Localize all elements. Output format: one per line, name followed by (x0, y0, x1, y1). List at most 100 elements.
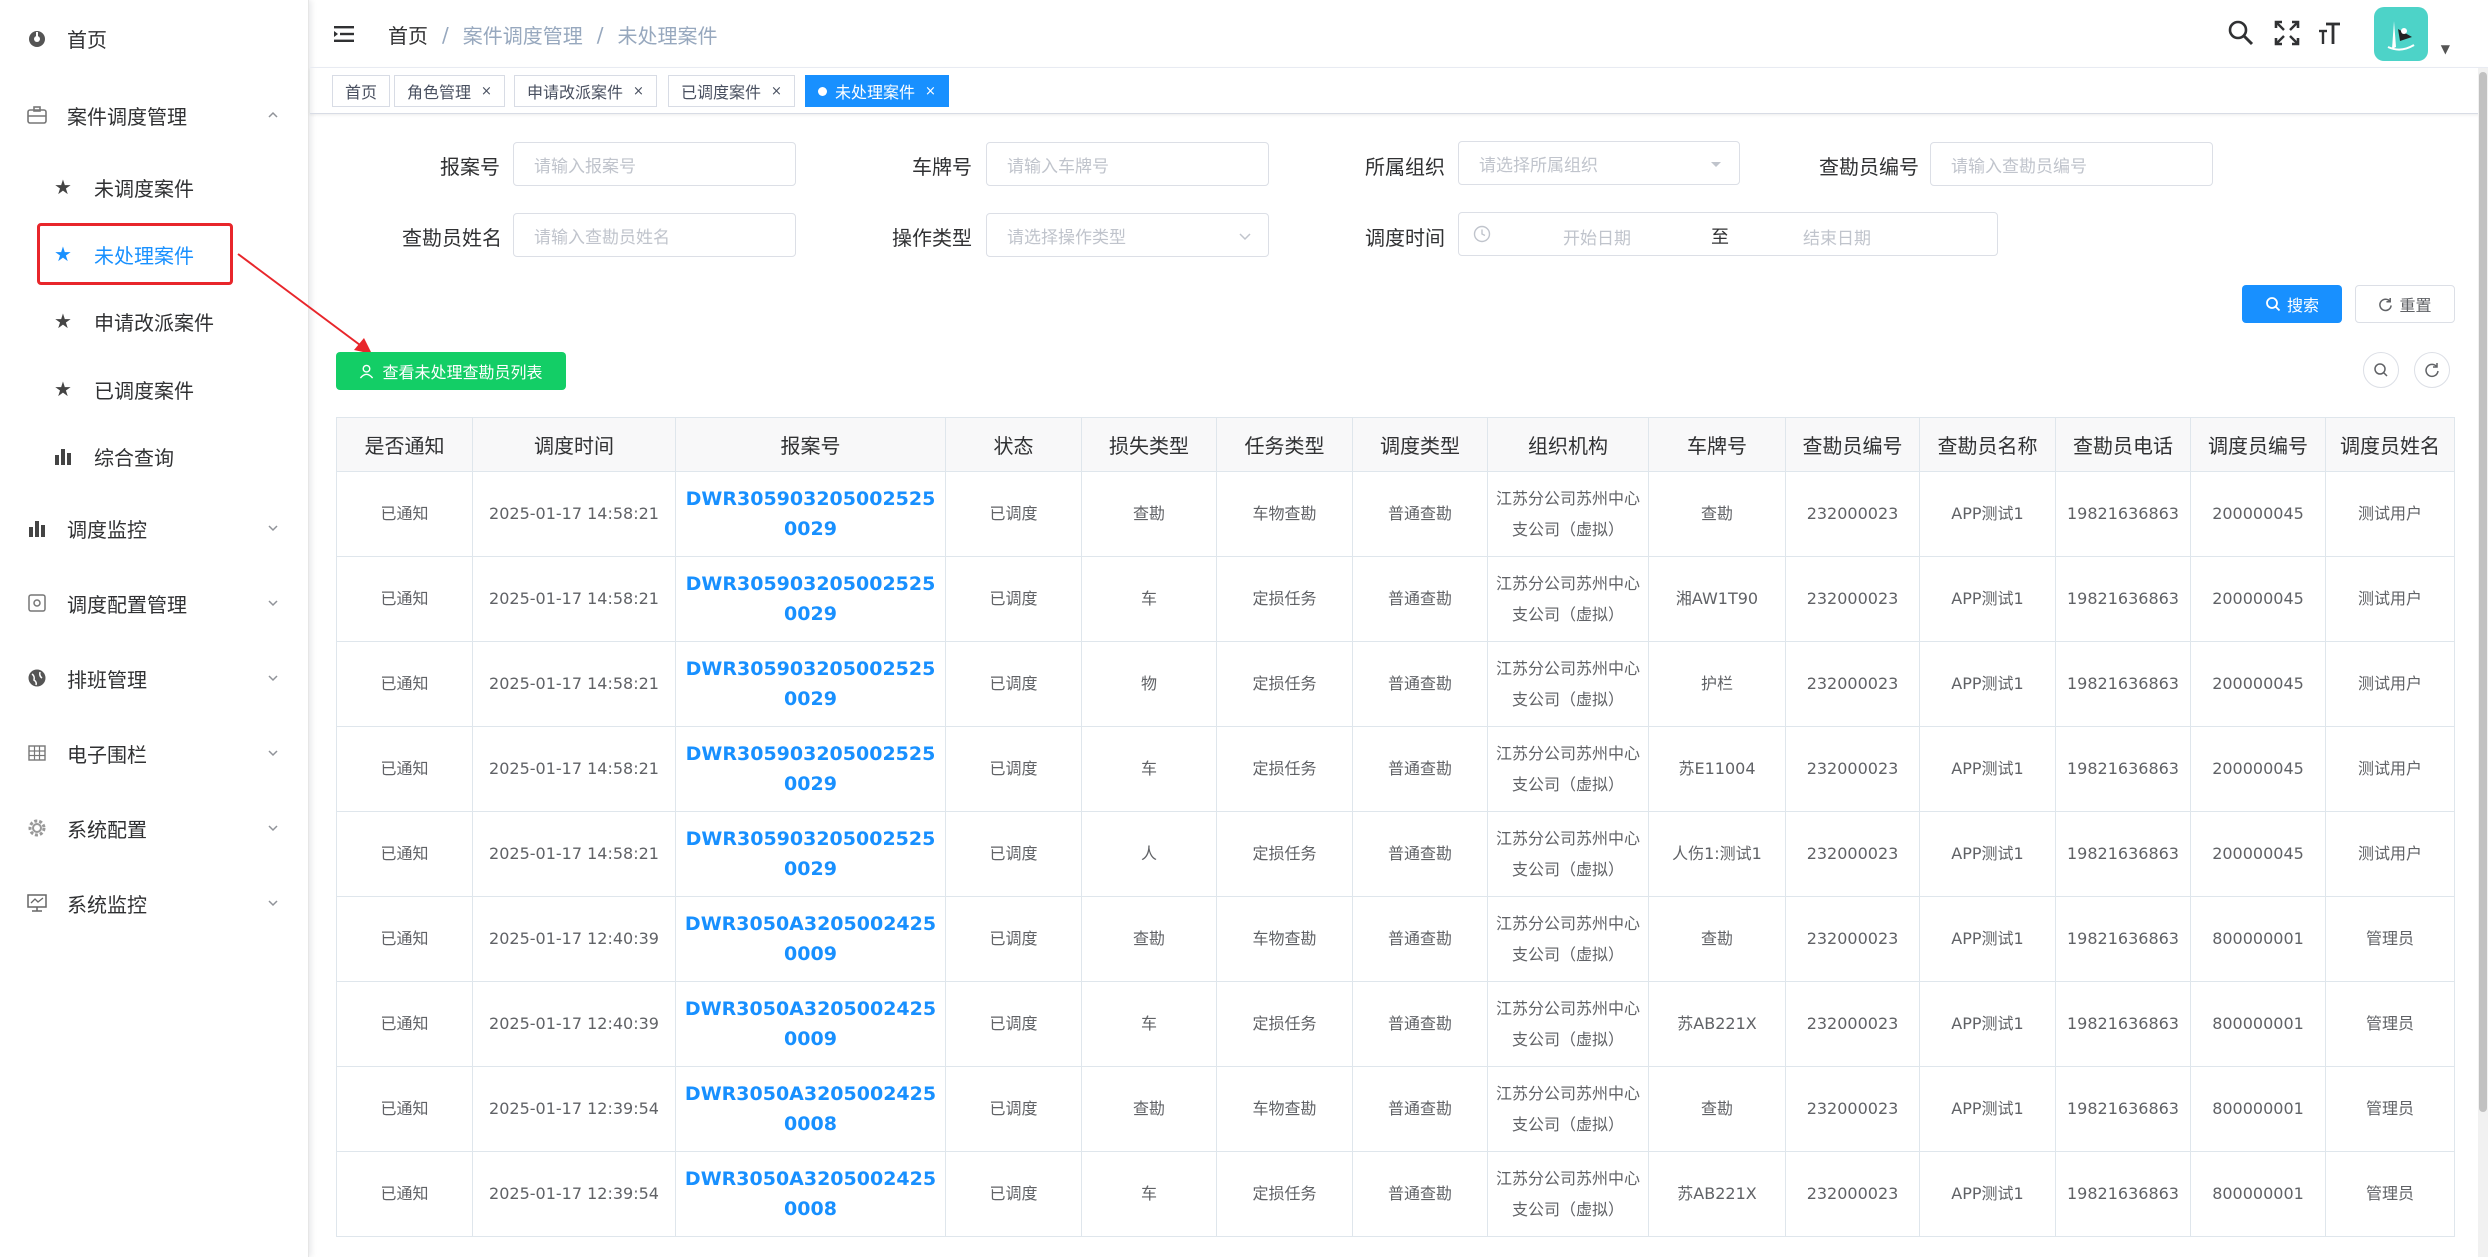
case-number-link[interactable]: DWR3059032050025250029 (675, 556, 946, 642)
table-cell: 测试用户 (2325, 641, 2455, 727)
search-icon (2374, 363, 2388, 377)
table-cell: 2025-01-17 12:39:54 (472, 1066, 676, 1152)
table-cell: 查勘 (1648, 896, 1786, 982)
table-cell: 江苏分公司苏州中心支公司（虚拟） (1487, 1066, 1649, 1152)
table-cell: 已通知 (336, 981, 473, 1067)
surveyor-name-input[interactable]: 请输入查勘员姓名 (513, 213, 796, 257)
tag-role-mgmt[interactable]: 角色管理 × (394, 75, 505, 107)
sidebar-item-geofence[interactable]: 电子围栏 (0, 723, 309, 783)
search-button[interactable]: 搜索 (2242, 285, 2342, 323)
tags-view: 首页 角色管理 × 申请改派案件 × 已调度案件 × 未处理案件 × (310, 68, 2488, 114)
star-icon: ★ (54, 377, 72, 401)
hamburger-icon[interactable] (332, 22, 356, 46)
sidebar-item-sys-config[interactable]: 系统配置 (0, 798, 309, 858)
sidebar-item-home[interactable]: 首页 (0, 8, 309, 68)
table-cell: 232000023 (1785, 556, 1920, 642)
case-number-link[interactable]: DWR3059032050025250029 (675, 641, 946, 727)
table-cell: 查勘 (1648, 1066, 1786, 1152)
sidebar-item-label: 调度监控 (67, 517, 147, 542)
table-cell: 定损任务 (1216, 1151, 1353, 1237)
surveyor-no-label: 查勘员编号 (1819, 155, 1919, 179)
sidebar-subitem-undispatched[interactable]: ★ 未调度案件 (0, 157, 309, 217)
top-navbar: 首页 / 案件调度管理 / 未处理案件 ▼ (310, 0, 2488, 68)
table-row: 已通知 2025-01-17 12:40:39 DWR3050A3205002425… (336, 896, 2455, 982)
refresh-button[interactable] (2414, 352, 2450, 388)
sidebar-subitem-dispatched[interactable]: ★ 已调度案件 (0, 359, 309, 419)
table-cell: 测试用户 (2325, 726, 2455, 812)
surveyor-no-input[interactable]: 请输入查勘员编号 (1930, 142, 2213, 186)
case-number-link[interactable]: DWR3050A32050024250009 (675, 981, 946, 1067)
column-header: 组织机构 (1487, 417, 1649, 472)
plate-label: 车牌号 (912, 155, 972, 179)
case-number-link[interactable]: DWR3050A32050024250008 (675, 1151, 946, 1237)
toggle-search-button[interactable] (2363, 352, 2399, 388)
end-date-input[interactable]: 结束日期 (1803, 224, 1871, 249)
close-icon[interactable]: × (925, 84, 936, 99)
table-cell: 已通知 (336, 641, 473, 727)
start-date-input[interactable]: 开始日期 (1563, 224, 1631, 249)
tag-home[interactable]: 首页 (332, 75, 391, 107)
star-icon: ★ (54, 175, 72, 199)
table-cell: 19821636863 (2055, 896, 2191, 982)
case-number-link[interactable]: DWR3050A32050024250009 (675, 896, 946, 982)
breadcrumb-home[interactable]: 首页 (388, 20, 428, 49)
dashboard-icon (26, 27, 48, 49)
chevron-down-icon (268, 675, 278, 682)
tag-label: 已调度案件 (681, 83, 762, 102)
font-size-icon[interactable] (2316, 18, 2346, 48)
sidebar-item-case-dispatch[interactable]: 案件调度管理 (0, 85, 309, 145)
case-number-link[interactable]: DWR3050A32050024250008 (675, 1066, 946, 1152)
table-cell: 800000001 (2190, 896, 2326, 982)
star-icon: ★ (54, 309, 72, 333)
annotation-arrow (237, 253, 372, 354)
sidebar-item-label: 排班管理 (67, 667, 147, 692)
org-label: 所属组织 (1365, 155, 1445, 179)
table-cell: 江苏分公司苏州中心支公司（虚拟） (1487, 811, 1649, 897)
op-type-select[interactable]: 请选择操作类型 (986, 213, 1269, 257)
bar-chart-icon (52, 445, 74, 467)
reset-button[interactable]: 重置 (2355, 285, 2455, 323)
caret-down-icon[interactable]: ▼ (2441, 42, 2450, 56)
table-cell: 普通查勘 (1352, 641, 1488, 727)
table-cell: 2025-01-17 12:40:39 (472, 981, 676, 1067)
case-number-link[interactable]: DWR3059032050025250029 (675, 811, 946, 897)
case-no-input[interactable]: 请输入报案号 (513, 142, 796, 186)
table-cell: 车物查勘 (1216, 896, 1353, 982)
tag-unprocessed[interactable]: 未处理案件 × (805, 75, 949, 107)
avatar[interactable] (2374, 7, 2428, 61)
table-row: 已通知 2025-01-17 12:40:39 DWR3050A3205002425… (336, 981, 2455, 1067)
case-no-label: 报案号 (440, 155, 500, 179)
sidebar-item-sys-monitor[interactable]: 系统监控 (0, 873, 309, 933)
table-cell: APP测试1 (1919, 726, 2056, 812)
table-row: 已通知 2025-01-17 14:58:21 DWR305903205002525… (336, 726, 2455, 812)
dispatch-time-range[interactable]: 开始日期 至 结束日期 (1458, 212, 1998, 256)
table-cell: 已通知 (336, 1066, 473, 1152)
table-cell: 管理员 (2325, 896, 2455, 982)
fullscreen-icon[interactable] (2272, 18, 2302, 48)
table-cell: 车物查勘 (1216, 1066, 1353, 1152)
org-select[interactable]: 请选择所属组织 (1458, 141, 1740, 185)
clock-icon (1473, 225, 1491, 243)
close-icon[interactable]: × (771, 84, 782, 99)
plate-input[interactable]: 请输入车牌号 (986, 142, 1269, 186)
table-cell: APP测试1 (1919, 471, 2056, 557)
close-icon[interactable]: × (633, 84, 644, 99)
tag-dispatched[interactable]: 已调度案件 × (668, 75, 795, 107)
sidebar-item-monitor[interactable]: 调度监控 (0, 498, 309, 558)
case-number-link[interactable]: DWR3059032050025250029 (675, 726, 946, 812)
view-unprocessed-surveyors-button[interactable]: 查看未处理查勘员列表 (336, 352, 566, 390)
case-number-link[interactable]: DWR3059032050025250029 (675, 471, 946, 557)
tag-reassign[interactable]: 申请改派案件 × (514, 75, 657, 107)
table-cell: 2025-01-17 14:58:21 (472, 556, 676, 642)
sidebar-item-scheduling[interactable]: 排班管理 (0, 648, 309, 708)
sidebar-item-config-mgmt[interactable]: 调度配置管理 (0, 573, 309, 633)
scrollbar-thumb[interactable] (2479, 72, 2487, 1112)
close-icon[interactable]: × (481, 84, 492, 99)
sidebar-subitem-query[interactable]: 综合查询 (0, 426, 309, 486)
table-cell: APP测试1 (1919, 556, 2056, 642)
search-icon[interactable] (2226, 18, 2256, 48)
table-cell: 普通查勘 (1352, 1066, 1488, 1152)
table-cell: 苏AB221X (1648, 981, 1786, 1067)
table-cell: 查勘 (1648, 471, 1786, 557)
bar-chart-icon (26, 517, 48, 539)
